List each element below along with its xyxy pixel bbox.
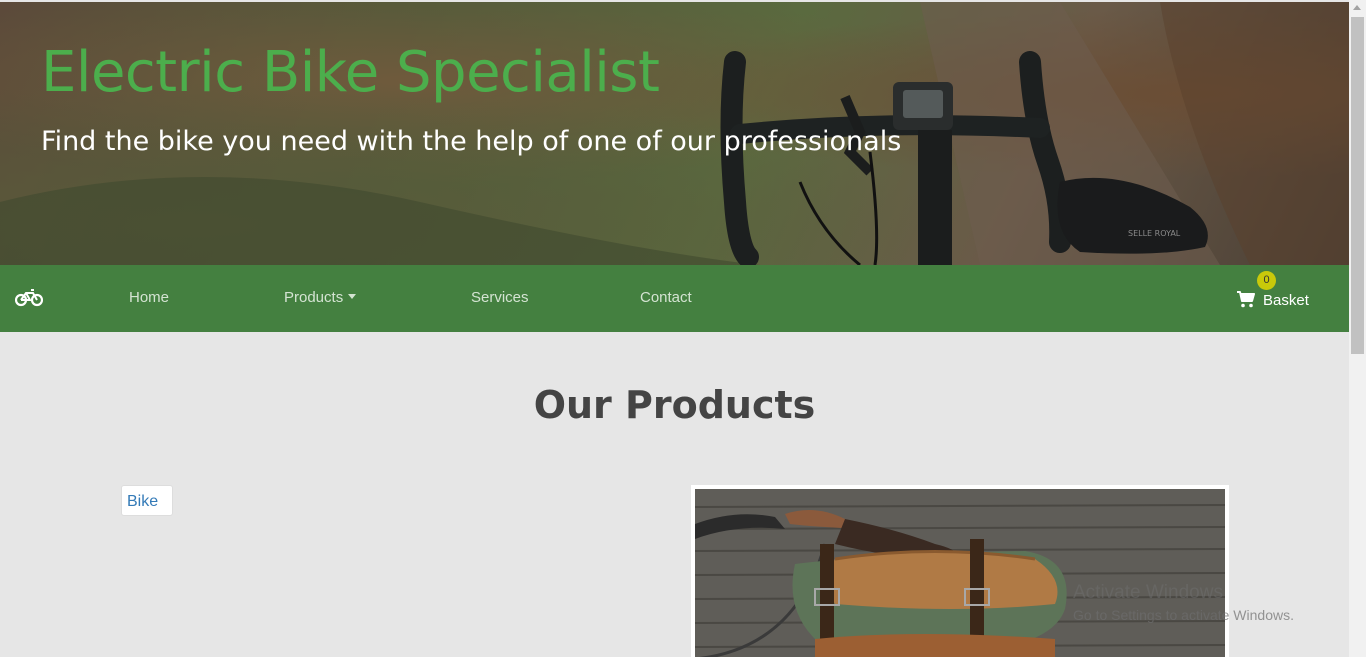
basket-count-badge: 0 [1257,271,1276,290]
nav-link-products-dropdown[interactable]: Products [284,289,357,306]
bicycle-icon[interactable] [15,289,43,307]
scrollbar-thumb[interactable] [1351,17,1364,354]
activate-windows-hint: Go to Settings to activate Windows. [1073,607,1294,623]
scroll-up-arrow-icon[interactable] [1353,5,1361,10]
site-tagline: Find the bike you need with the help of … [41,126,902,157]
nav-link-services[interactable]: Services [471,289,529,306]
caret-down-icon [348,294,357,299]
page: SELLE ROYAL Electric Bike Specialist Fin… [0,0,1349,657]
nav-link-home[interactable]: Home [129,289,169,306]
basket-label: Basket [1263,292,1309,309]
shopping-cart-icon [1237,291,1255,308]
products-heading: Our Products [533,383,816,427]
main-navbar: Home Products Services Contact Basket [0,265,1349,332]
vertical-scrollbar[interactable] [1349,0,1366,657]
product-image-bike-broken[interactable]: Bike [121,485,173,516]
saddle-bag-photo [695,489,1225,657]
activate-windows-watermark: Activate Windows [1073,582,1223,603]
site-title: Electric Bike Specialist [41,40,660,105]
product-image-saddle-bag[interactable] [691,485,1229,657]
nav-link-contact[interactable]: Contact [640,289,692,306]
svg-text:SELLE ROYAL: SELLE ROYAL [1128,229,1181,238]
hero-banner: SELLE ROYAL Electric Bike Specialist Fin… [0,2,1349,265]
nav-link-products-label: Products [284,289,344,306]
product-image-alt-text: Bike [127,493,159,510]
